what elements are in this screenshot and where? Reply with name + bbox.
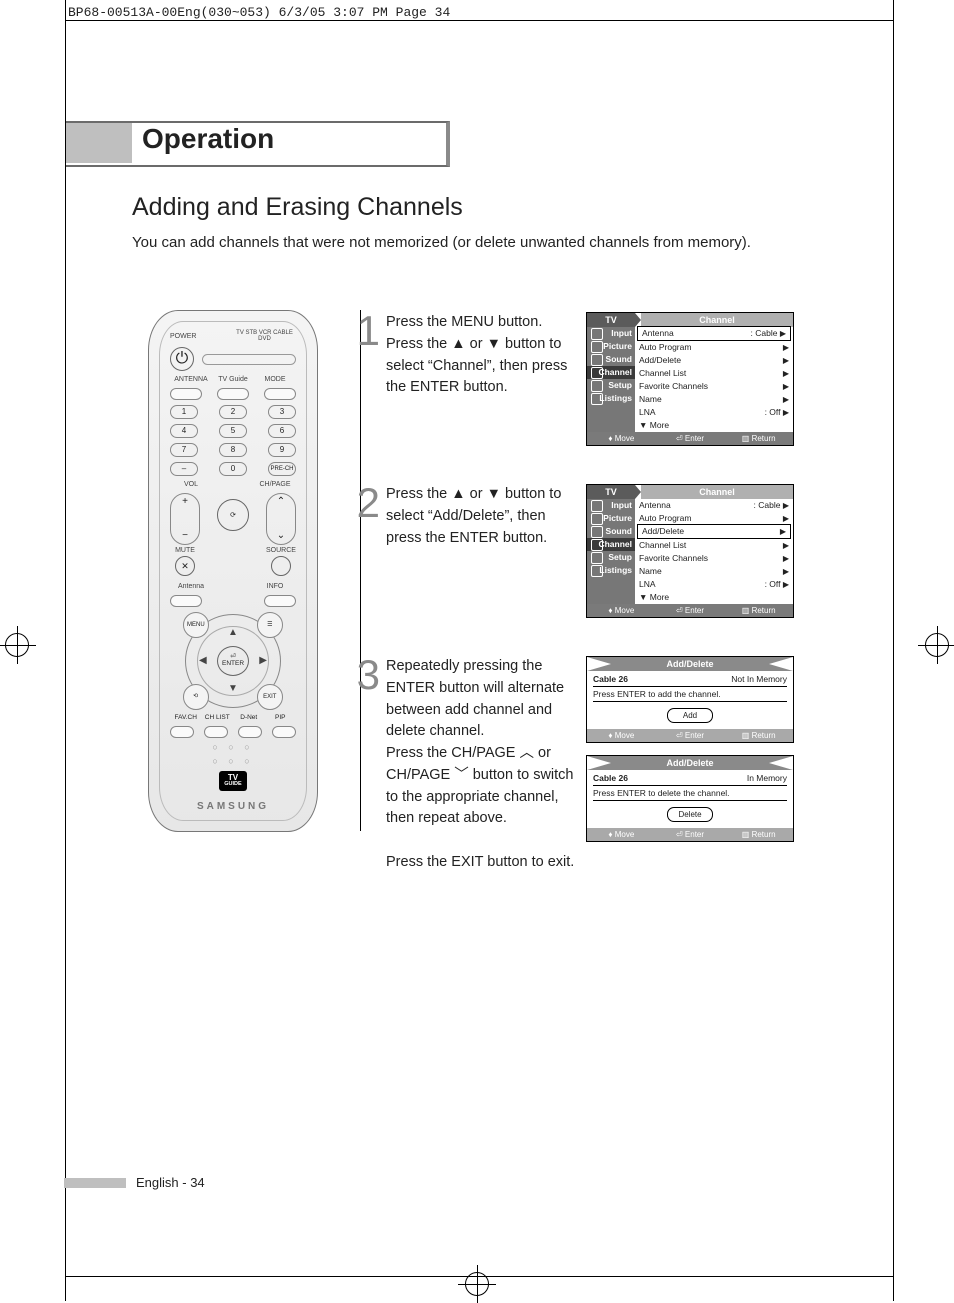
osd-add: Add/Delete Cable 26Not In Memory Press E… xyxy=(586,656,794,743)
nav-pad: ▲▼◀▶ ⏎ENTER MENU ☰ ⟲ EXIT xyxy=(185,614,281,708)
delete-button[interactable]: Delete xyxy=(667,807,713,822)
registration-mark-left xyxy=(2,630,32,660)
osd-screenshot-1: TVChannel InputPictureSoundChannelSetupL… xyxy=(586,312,794,446)
print-header: BP68-00513A-00Eng(030~053) 6/3/05 3:07 P… xyxy=(68,6,450,19)
add-button[interactable]: Add xyxy=(667,708,713,723)
section-title: Operation xyxy=(132,121,286,163)
step-text: Repeatedly pressing the ENTER button wil… xyxy=(380,656,576,874)
page-footer: English - 34 xyxy=(64,1176,205,1189)
intro-text: You can add channels that were not memor… xyxy=(132,232,751,253)
page-subtitle: Adding and Erasing Channels xyxy=(132,195,463,220)
registration-mark-bottom xyxy=(462,1269,492,1299)
osd-delete: Add/Delete Cable 26In Memory Press ENTER… xyxy=(586,755,794,842)
osd-screenshot-2: TVChannel InputPictureSoundChannelSetupL… xyxy=(586,484,794,618)
registration-mark-right xyxy=(922,630,952,660)
step-text: Press the MENU button. Press the ▲ or ▼ … xyxy=(380,312,576,458)
power-icon: ⏻ xyxy=(170,347,194,371)
section-band: Operation xyxy=(66,121,286,163)
step-3: 3 Repeatedly pressing the ENTER button w… xyxy=(346,656,794,874)
step-2: 2 Press the ▲ or ▼ button to select “Add… xyxy=(346,484,794,630)
step-1: 1 Press the MENU button. Press the ▲ or … xyxy=(346,312,794,458)
step-text: Press the ▲ or ▼ button to select “Add/D… xyxy=(380,484,576,630)
remote-illustration: POWERTV STB VCR CABLE DVD ⏻ ANTENNATV Gu… xyxy=(148,310,318,832)
